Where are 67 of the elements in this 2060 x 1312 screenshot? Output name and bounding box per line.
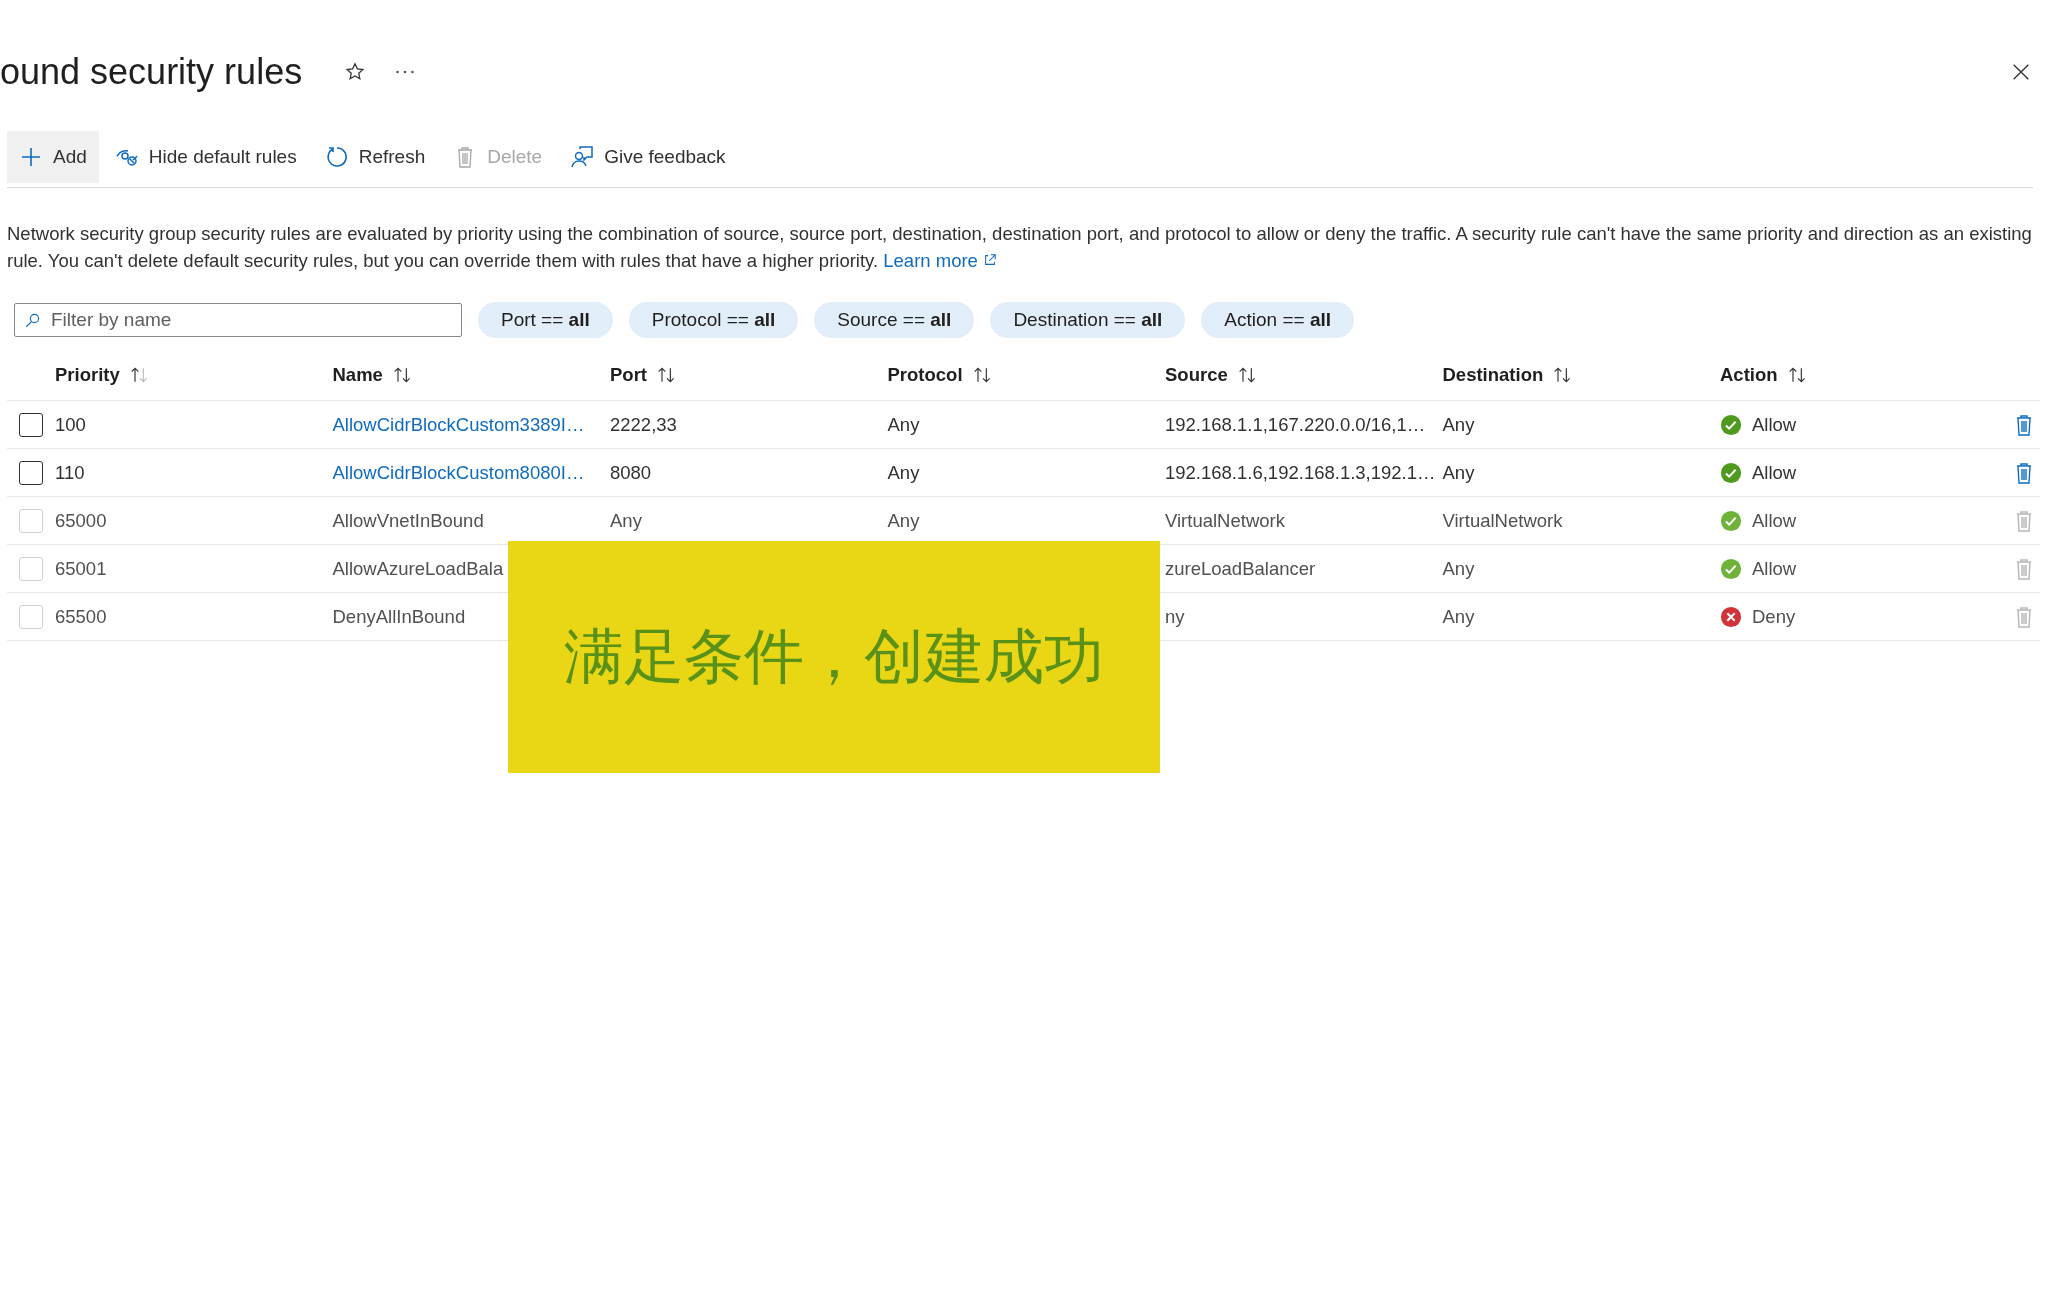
table-cell: 65001 bbox=[55, 557, 107, 579]
column-header[interactable]: Port bbox=[610, 364, 888, 386]
column-header[interactable]: Source bbox=[1165, 364, 1443, 386]
table-cell: Allow bbox=[1752, 461, 1797, 484]
filter-field[interactable]: Filter by name bbox=[14, 303, 462, 337]
filter-chip[interactable]: Action == all bbox=[1201, 302, 1354, 338]
plus-icon bbox=[19, 145, 43, 169]
filter-chip[interactable]: Source == all bbox=[814, 302, 975, 338]
table-cell: Any bbox=[1442, 413, 1475, 435]
table-cell: Any bbox=[1442, 461, 1475, 483]
refresh-icon bbox=[324, 145, 349, 169]
sort-icon bbox=[972, 365, 993, 385]
external-link-icon bbox=[983, 253, 997, 267]
table-cell: AllowVnetInBound bbox=[332, 509, 484, 531]
table-cell: Deny bbox=[1752, 605, 1796, 628]
table-cell: 192.168.1.1,167.220.0.0/16,1… bbox=[1165, 413, 1426, 435]
filter-chip[interactable]: Port == all bbox=[478, 302, 613, 338]
star-icon bbox=[344, 61, 367, 83]
table-cell: Any bbox=[887, 413, 920, 435]
toolbar-button[interactable]: Give feedback bbox=[558, 131, 738, 183]
rule-name-link[interactable]: AllowCidrBlockCustom8080I… bbox=[332, 461, 585, 483]
table-cell: Any bbox=[887, 509, 920, 531]
toolbar-button[interactable]: Refresh bbox=[312, 131, 438, 183]
sort-icon bbox=[1787, 365, 1808, 385]
table-cell: Allow bbox=[1752, 509, 1797, 532]
table-cell: Allow bbox=[1752, 413, 1797, 436]
sort-icon bbox=[657, 365, 677, 385]
toolbar-button[interactable]: Add bbox=[7, 131, 99, 183]
page-title: ound security rules bbox=[0, 51, 303, 93]
table-cell: VirtualNetwork bbox=[1165, 509, 1285, 531]
table-cell: Any bbox=[887, 461, 920, 483]
column-header[interactable]: Destination bbox=[1442, 364, 1720, 386]
table-cell: 110 bbox=[55, 461, 85, 483]
table-cell: zureLoadBalancer bbox=[1165, 557, 1316, 579]
table-cell: 2222,33 bbox=[610, 413, 677, 435]
table-cell: Any bbox=[610, 509, 642, 531]
toolbar-button[interactable]: Hide default rules bbox=[102, 131, 309, 183]
column-header[interactable]: Priority bbox=[55, 364, 333, 386]
table-cell: 65000 bbox=[55, 509, 107, 531]
table-cell: 192.168.1.6,192.168.1.3,192.1… bbox=[1165, 461, 1436, 483]
sort-icon bbox=[392, 365, 413, 385]
more-icon bbox=[396, 70, 415, 74]
table-cell: 8080 bbox=[610, 461, 652, 483]
table-cell: DenyAllInBound bbox=[332, 605, 466, 627]
feedback-icon bbox=[570, 145, 595, 169]
description-text: Network security group security rules are evaluated by priority using the combination of source, source port, destination, destination port, and protocol to allow or deny the traffic. A security rule can't have the same priority and direction as an existing rule. You can't delete default security rules, but you can override them with rules that have a higher priority. Learn more bbox=[7, 222, 2033, 273]
column-header[interactable]: Name bbox=[332, 364, 610, 386]
table-cell: 100 bbox=[55, 413, 86, 435]
column-header[interactable]: Protocol bbox=[887, 364, 1165, 386]
table-cell: AllowAzureLoadBala bbox=[332, 557, 504, 579]
table-cell: 65500 bbox=[55, 605, 107, 627]
table-cell: Any bbox=[1442, 605, 1475, 627]
rule-name-link[interactable]: AllowCidrBlockCustom3389I… bbox=[332, 413, 585, 435]
row-checkbox[interactable] bbox=[19, 412, 43, 437]
learn-more-link[interactable]: Learn more bbox=[883, 250, 997, 271]
row-checkbox[interactable] bbox=[19, 460, 43, 485]
filter-chip[interactable]: Destination == all bbox=[990, 302, 1186, 338]
caption-text: 满足条件，创建成功 bbox=[564, 619, 1104, 693]
sort-icon bbox=[129, 365, 150, 385]
table-cell: VirtualNetwork bbox=[1442, 509, 1563, 531]
table-cell: Any bbox=[1442, 557, 1475, 579]
column-header[interactable]: Action bbox=[1720, 364, 1998, 386]
table-cell: ny bbox=[1165, 605, 1185, 627]
filter-chip[interactable]: Protocol == all bbox=[628, 302, 799, 338]
table-cell: Allow bbox=[1752, 557, 1797, 580]
sort-icon bbox=[1237, 365, 1258, 385]
search-icon bbox=[24, 311, 42, 329]
